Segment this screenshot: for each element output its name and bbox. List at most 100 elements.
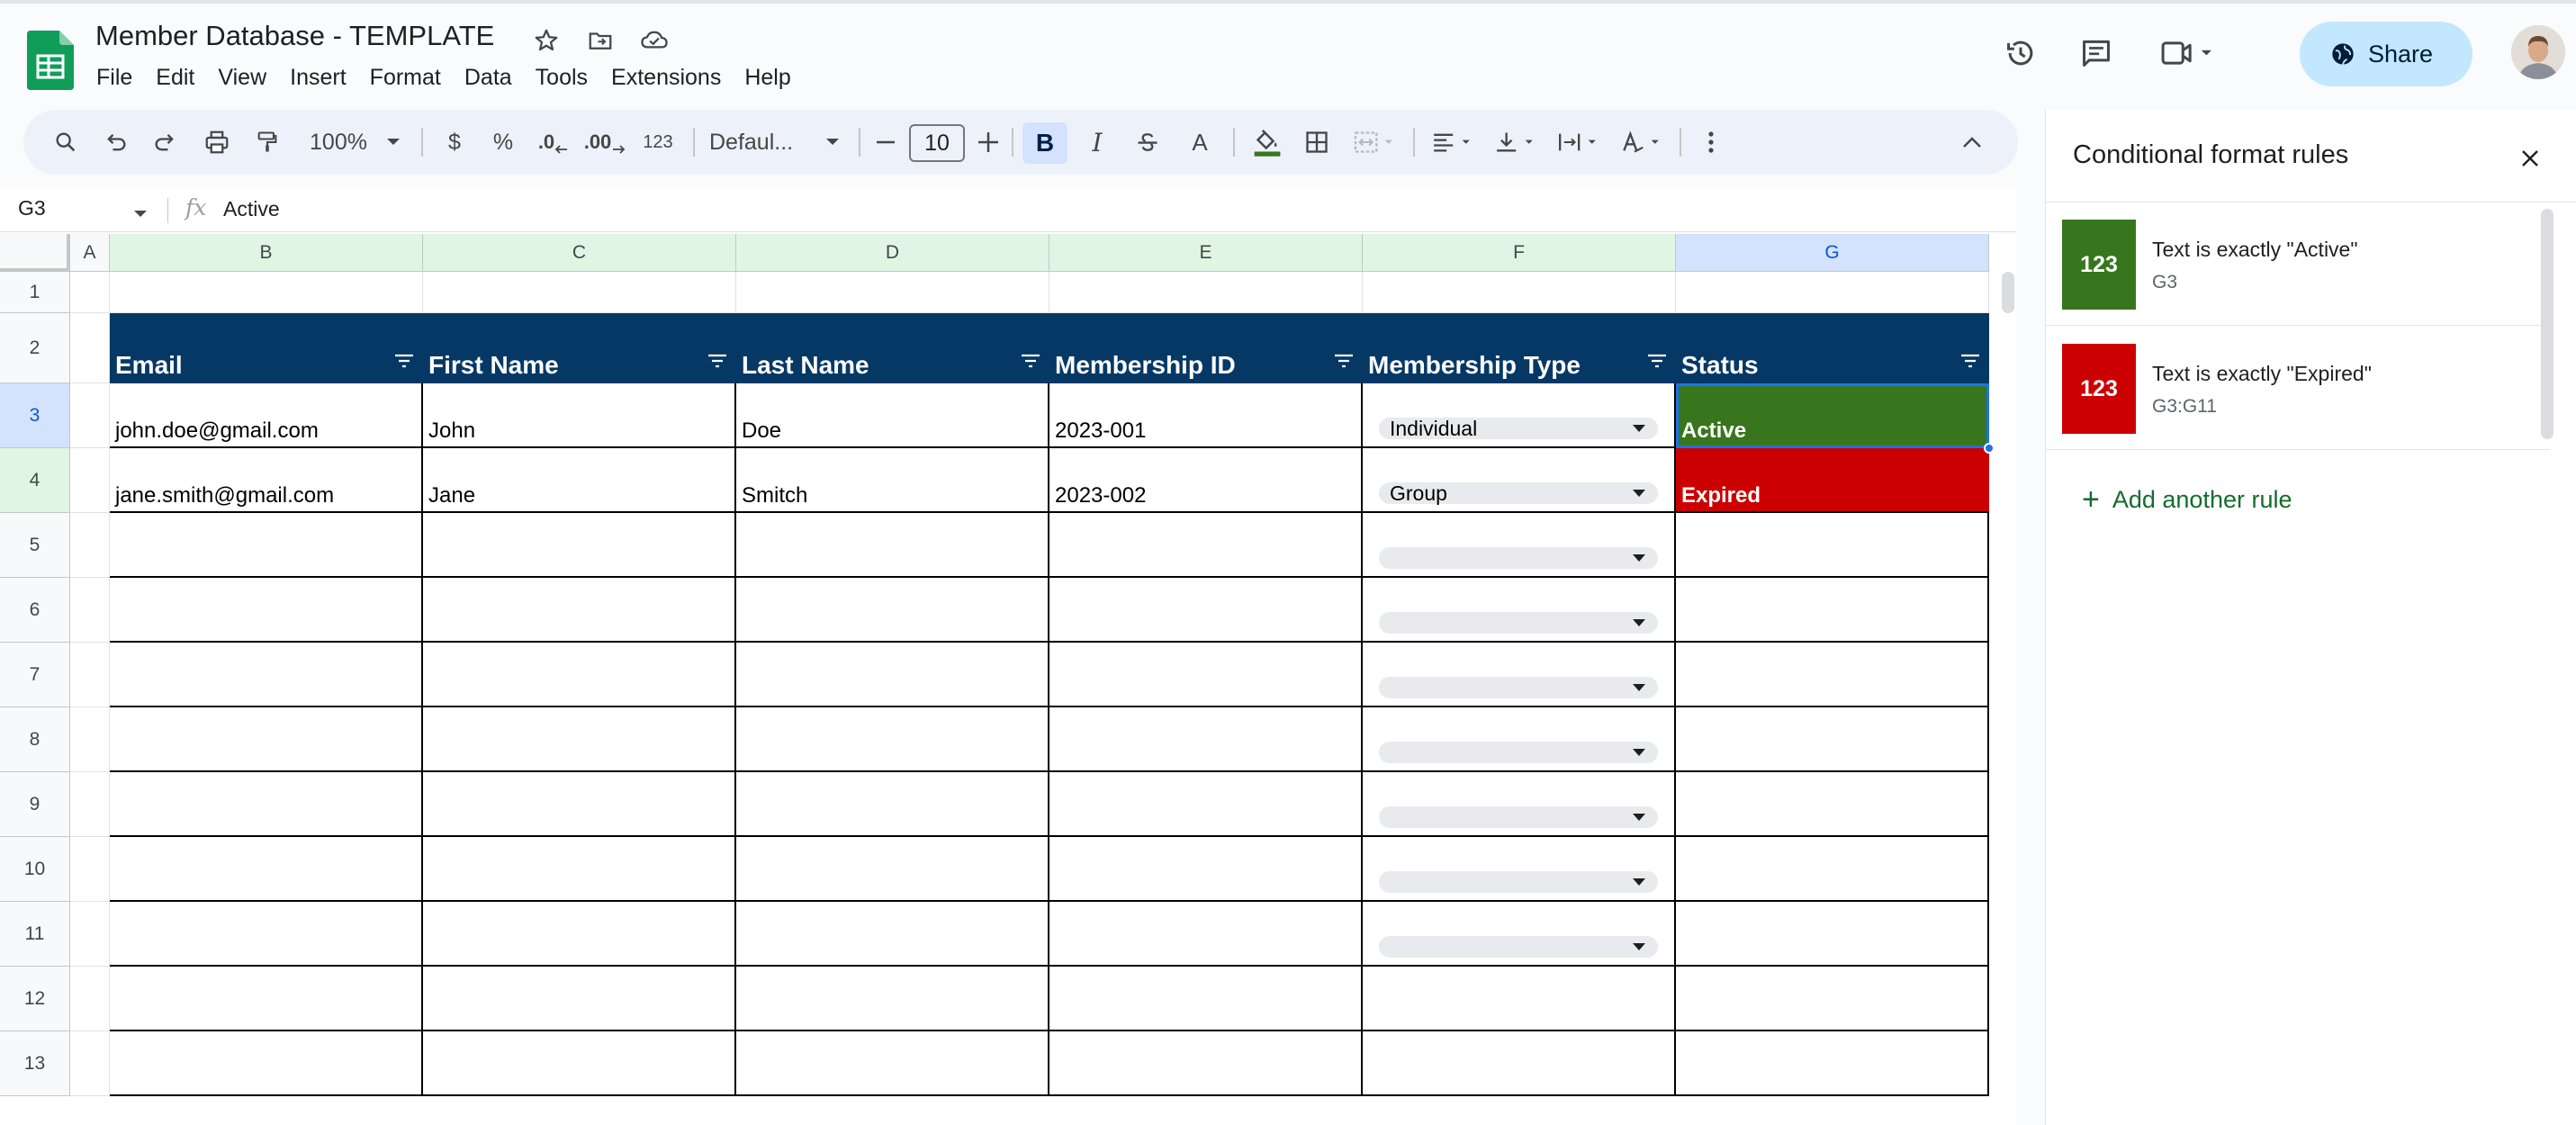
- row-header-5[interactable]: 5: [0, 513, 70, 578]
- grid-cell[interactable]: [1049, 513, 1363, 578]
- name-box[interactable]: G3: [18, 196, 46, 220]
- vertical-scrollbar[interactable]: [2002, 272, 2014, 313]
- membership-type-dropdown[interactable]: [1379, 936, 1658, 958]
- row-header-2[interactable]: 2: [0, 313, 70, 383]
- zoom-select[interactable]: 100%: [302, 110, 374, 175]
- row-header-1[interactable]: 1: [0, 272, 70, 313]
- menu-insert[interactable]: Insert: [278, 63, 358, 93]
- star-icon[interactable]: [527, 22, 565, 59]
- fill-handle[interactable]: [1984, 443, 1995, 454]
- close-icon[interactable]: [2514, 142, 2546, 175]
- grid-cell[interactable]: [1049, 902, 1363, 967]
- grid-cell[interactable]: [1049, 272, 1363, 313]
- italic-button[interactable]: I: [1076, 110, 1118, 175]
- grid-cell[interactable]: [1049, 837, 1363, 902]
- grid-cell[interactable]: [423, 643, 736, 707]
- cloud-saved-icon[interactable]: [635, 22, 673, 59]
- grid-cell[interactable]: [1676, 643, 1989, 707]
- membership-type-dropdown[interactable]: [1379, 677, 1658, 698]
- strikethrough-icon[interactable]: [1127, 110, 1168, 175]
- more-options-icon[interactable]: [1690, 110, 1732, 175]
- cell-email[interactable]: john.doe@gmail.com: [110, 383, 423, 448]
- grid-cell[interactable]: [423, 967, 736, 1031]
- grid-cell[interactable]: [1676, 272, 1989, 313]
- zoom-chevron-down-icon[interactable]: [380, 110, 407, 175]
- add-another-rule-button[interactable]: + Add another rule: [2082, 482, 2292, 518]
- grid-cell[interactable]: [1363, 967, 1676, 1031]
- grid-cell[interactable]: [736, 967, 1049, 1031]
- grid-cell[interactable]: [736, 772, 1049, 837]
- menu-tools[interactable]: Tools: [524, 63, 599, 93]
- format-currency-button[interactable]: $: [434, 110, 475, 175]
- grid-cell[interactable]: [1049, 707, 1363, 772]
- grid-cell[interactable]: [70, 837, 110, 902]
- hide-menus-chevron-up-icon[interactable]: [1951, 110, 1993, 175]
- grid-cell[interactable]: [1676, 902, 1989, 967]
- membership-type-dropdown[interactable]: [1379, 871, 1658, 893]
- grid-cell[interactable]: [70, 772, 110, 837]
- header-cell-first-name[interactable]: First Name: [423, 313, 736, 383]
- cell-last-name[interactable]: Smitch: [736, 448, 1049, 513]
- grid-cell[interactable]: [1676, 837, 1989, 902]
- cell-email[interactable]: jane.smith@gmail.com: [110, 448, 423, 513]
- spreadsheet-grid[interactable]: A B C D E F G 1 2 3 4 5 6 7 8 9 10 11 12 13 Email First Name L…: [0, 234, 2016, 1125]
- membership-type-dropdown[interactable]: [1379, 742, 1658, 763]
- sheets-logo-icon[interactable]: [27, 31, 74, 90]
- menu-data[interactable]: Data: [453, 63, 524, 93]
- row-header-4[interactable]: 4: [0, 448, 70, 513]
- header-cell-membership-type[interactable]: Membership Type: [1363, 313, 1676, 383]
- header-cell-membership-id[interactable]: Membership ID: [1049, 313, 1363, 383]
- grid-cell[interactable]: [1049, 772, 1363, 837]
- grid-cell[interactable]: [70, 513, 110, 578]
- column-header-a[interactable]: A: [70, 234, 110, 272]
- undo-icon[interactable]: [95, 110, 137, 175]
- header-cell-email[interactable]: Email: [110, 313, 423, 383]
- grid-cell[interactable]: [70, 902, 110, 967]
- select-all-corner[interactable]: [0, 234, 70, 272]
- grid-cell[interactable]: [1676, 578, 1989, 643]
- text-wrapping-icon[interactable]: [1550, 110, 1606, 175]
- grid-cell[interactable]: [70, 707, 110, 772]
- membership-type-dropdown[interactable]: [1379, 806, 1658, 828]
- cell-status[interactable]: Expired: [1676, 448, 1989, 513]
- row-header-12[interactable]: 12: [0, 967, 70, 1031]
- bold-button[interactable]: B: [1022, 122, 1067, 164]
- header-cell-status[interactable]: Status: [1676, 313, 1989, 383]
- grid-cell[interactable]: [736, 902, 1049, 967]
- grid-cell[interactable]: [736, 272, 1049, 313]
- grid-cell[interactable]: [1676, 772, 1989, 837]
- grid-cell[interactable]: [110, 967, 423, 1031]
- more-formats-button[interactable]: 123: [635, 110, 680, 175]
- grid-cell[interactable]: [70, 448, 110, 513]
- cell-membership-id[interactable]: 2023-002: [1049, 448, 1363, 513]
- column-header-f[interactable]: F: [1363, 234, 1676, 272]
- grid-cell[interactable]: [70, 313, 110, 383]
- font-chevron-down-icon[interactable]: [819, 110, 846, 175]
- row-header-9[interactable]: 9: [0, 772, 70, 837]
- grid-cell[interactable]: [70, 383, 110, 448]
- grid-cell[interactable]: [423, 772, 736, 837]
- cell-first-name[interactable]: John: [423, 383, 736, 448]
- menu-help[interactable]: Help: [733, 63, 802, 93]
- grid-cell[interactable]: [736, 578, 1049, 643]
- menu-file[interactable]: File: [85, 63, 144, 93]
- grid-cell[interactable]: [736, 643, 1049, 707]
- grid-cell[interactable]: [423, 837, 736, 902]
- merge-cells-icon[interactable]: [1347, 110, 1402, 175]
- grid-cell[interactable]: [110, 513, 423, 578]
- column-header-e[interactable]: E: [1049, 234, 1363, 272]
- column-header-b[interactable]: B: [110, 234, 423, 272]
- row-header-11[interactable]: 11: [0, 902, 70, 967]
- header-cell-last-name[interactable]: Last Name: [736, 313, 1049, 383]
- grid-cell[interactable]: [1049, 1031, 1363, 1096]
- vertical-align-icon[interactable]: [1487, 110, 1543, 175]
- font-size-input[interactable]: 10: [909, 124, 965, 162]
- cell-status[interactable]: Active: [1676, 383, 1989, 448]
- grid-cell[interactable]: [1049, 967, 1363, 1031]
- font-select[interactable]: Defaul...: [709, 110, 817, 175]
- grid-cell[interactable]: [423, 513, 736, 578]
- membership-type-dropdown[interactable]: [1379, 612, 1658, 634]
- grid-cell[interactable]: [70, 1031, 110, 1096]
- grid-cell[interactable]: [70, 967, 110, 1031]
- grid-cell[interactable]: [110, 707, 423, 772]
